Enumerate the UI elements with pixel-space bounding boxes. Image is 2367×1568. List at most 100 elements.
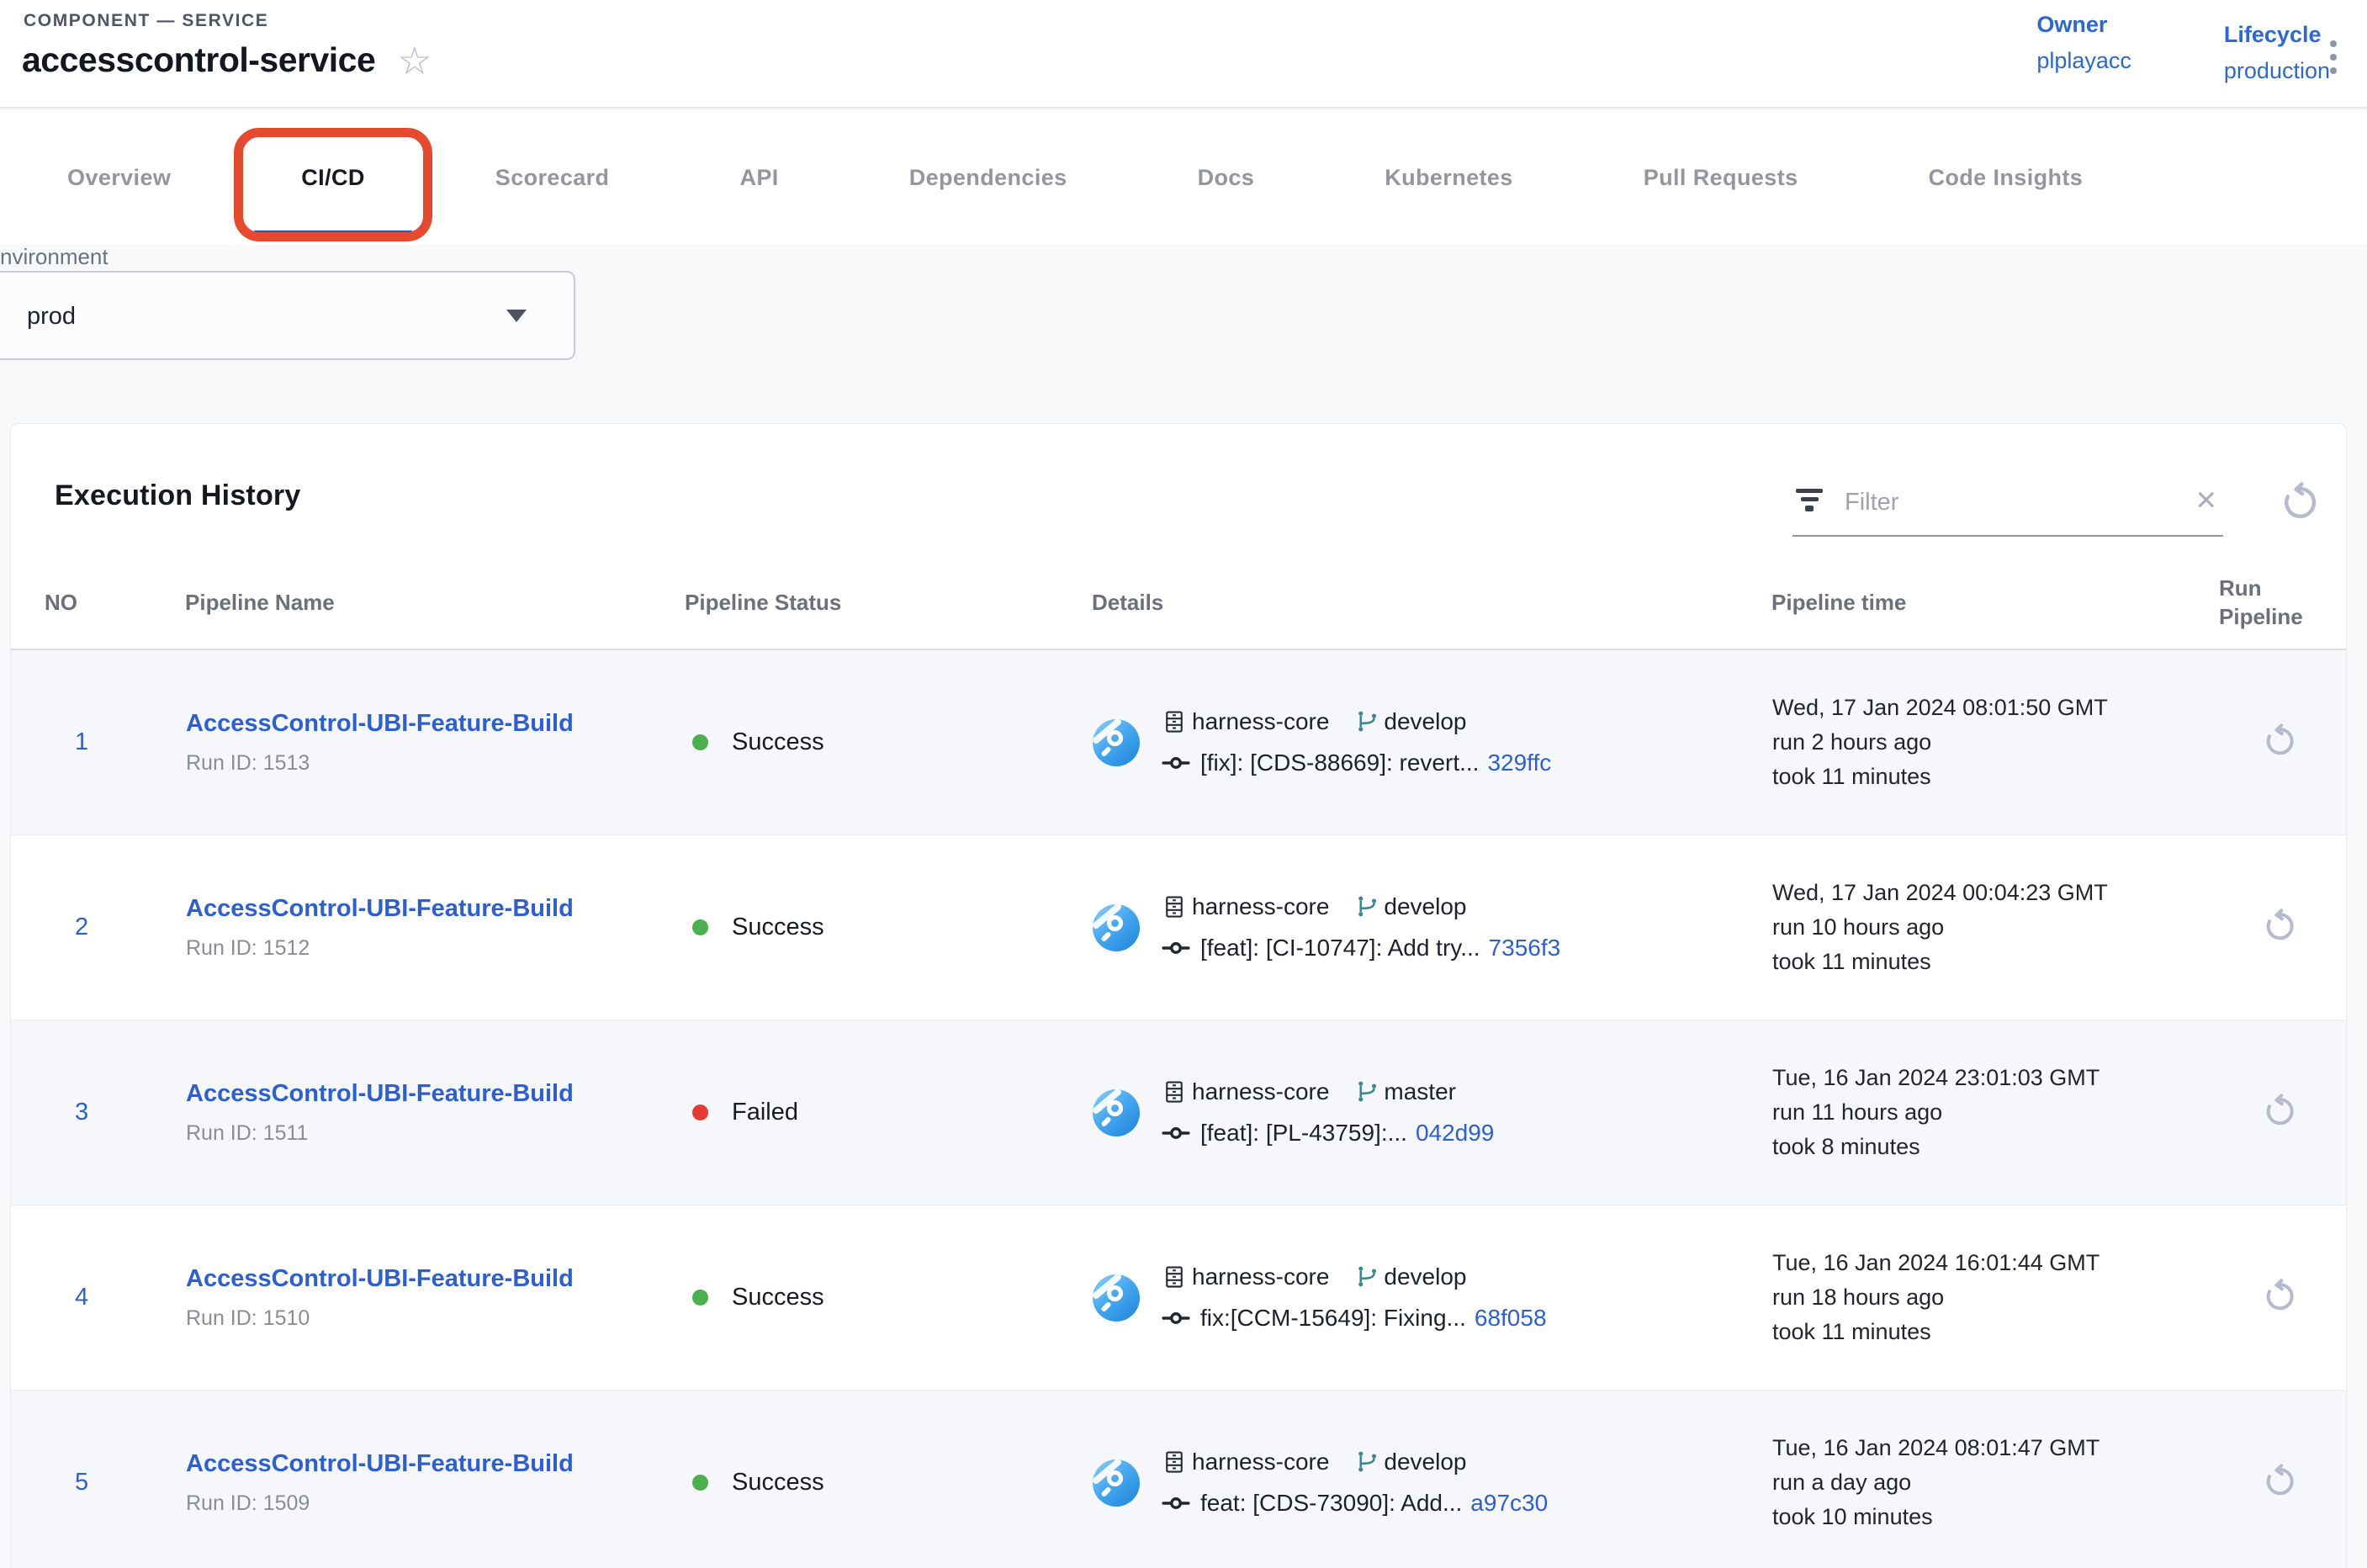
run-relative-time: run 11 hours ago xyxy=(1772,1095,2220,1130)
tab-overview[interactable]: Overview xyxy=(67,110,171,245)
pipeline-time-cell: Tue, 16 Jan 2024 16:01:44 GMT run 18 hou… xyxy=(1772,1246,2220,1349)
harness-ci-icon xyxy=(1093,1274,1140,1322)
repo-branch-line: harness-core develop xyxy=(1162,708,1551,735)
commit-line: [feat]: [CI-10747]: Add try... 7356f3 xyxy=(1162,934,1560,962)
run-pipeline-cell xyxy=(2220,720,2346,765)
tab-scorecard[interactable]: Scorecard xyxy=(495,110,610,245)
run-id: Run ID: 1510 xyxy=(186,1306,686,1331)
details-cell: harness-core develop xyxy=(1093,1449,1772,1518)
pipeline-name-link[interactable]: AccessControl-UBI-Feature-Build xyxy=(186,1450,574,1477)
commit-hash-link[interactable]: 042d99 xyxy=(1416,1120,1494,1147)
tab-code-insights[interactable]: Code Insights xyxy=(1928,110,2083,245)
favorite-star-icon[interactable]: ☆ xyxy=(397,41,432,80)
branch-name: develop xyxy=(1384,893,1466,920)
run-id: Run ID: 1513 xyxy=(186,751,686,776)
filter-input[interactable] xyxy=(1845,489,2195,516)
commit-line: [feat]: [PL-43759]:... 042d99 xyxy=(1162,1119,1494,1147)
run-duration: took 11 minutes xyxy=(1772,945,2220,979)
refresh-table-button[interactable] xyxy=(2277,478,2324,525)
details-cell: harness-core master xyxy=(1093,1078,1772,1147)
clear-filter-icon[interactable]: × xyxy=(2195,482,2216,517)
commit-hash-link[interactable]: 329ffc xyxy=(1487,750,1551,776)
run-duration: took 11 minutes xyxy=(1772,760,2220,794)
tab-pull-requests[interactable]: Pull Requests xyxy=(1644,110,1798,245)
run-relative-time: run 2 hours ago xyxy=(1772,725,2220,760)
details-cell: harness-core develop xyxy=(1093,708,1772,777)
pipeline-name-link[interactable]: AccessControl-UBI-Feature-Build xyxy=(186,1080,574,1107)
detail-lines: harness-core develop xyxy=(1162,1263,1547,1332)
commit-line: [fix]: [CDS-88669]: revert... 329ffc xyxy=(1162,749,1551,777)
tab-label: Scorecard xyxy=(495,165,610,191)
harness-ci-icon xyxy=(1093,1089,1140,1136)
run-pipeline-cell xyxy=(2220,1090,2346,1135)
more-options-kebab-icon[interactable] xyxy=(2325,35,2342,79)
detail-lines: harness-core master xyxy=(1162,1078,1494,1147)
repo-name: harness-core xyxy=(1192,1263,1329,1290)
pipeline-status-cell: Success xyxy=(686,1469,1093,1496)
dropdown-arrow-icon xyxy=(506,310,527,322)
title-row: accesscontrol-service ☆ xyxy=(22,40,432,80)
tab-api[interactable]: API xyxy=(739,110,778,245)
pipeline-name-link[interactable]: AccessControl-UBI-Feature-Build xyxy=(186,895,574,922)
repo-branch-line: harness-core master xyxy=(1162,1078,1494,1105)
tab-ci-cd[interactable]: CI/CD xyxy=(301,110,365,245)
commit-message: [feat]: [PL-43759]:... xyxy=(1200,1120,1407,1147)
repo-branch-line: harness-core develop xyxy=(1162,893,1560,920)
commit-hash-link[interactable]: a97c30 xyxy=(1470,1490,1548,1517)
run-pipeline-button[interactable] xyxy=(2260,1460,2301,1501)
run-duration: took 8 minutes xyxy=(1772,1130,2220,1164)
run-pipeline-button[interactable] xyxy=(2260,1275,2301,1316)
run-pipeline-button[interactable] xyxy=(2260,1090,2301,1131)
pipeline-time-cell: Tue, 16 Jan 2024 08:01:47 GMT run a day … xyxy=(1772,1431,2220,1534)
branch-name: develop xyxy=(1384,1263,1466,1290)
commit-line: fix:[CCM-15649]: Fixing... 68f058 xyxy=(1162,1304,1547,1332)
owner-value[interactable]: plplayacc xyxy=(2036,48,2131,74)
tab-label: Overview xyxy=(67,165,171,191)
status-label: Success xyxy=(732,1469,824,1496)
run-relative-time: run 18 hours ago xyxy=(1772,1280,2220,1315)
pipeline-name-link[interactable]: AccessControl-UBI-Feature-Build xyxy=(186,710,574,737)
pipeline-status-cell: Success xyxy=(686,914,1093,941)
run-id: Run ID: 1511 xyxy=(186,1121,686,1146)
owner-block: Owner plplayacc xyxy=(2036,12,2131,84)
commit-message: fix:[CCM-15649]: Fixing... xyxy=(1200,1305,1466,1332)
pipeline-status-cell: Failed xyxy=(686,1099,1093,1126)
commit-message: [feat]: [CI-10747]: Add try... xyxy=(1200,935,1480,961)
run-pipeline-cell xyxy=(2220,1460,2346,1505)
page-header: COMPONENT — SERVICE accesscontrol-servic… xyxy=(0,0,2367,109)
row-number: 3 xyxy=(65,1099,186,1126)
execution-history-card: Execution History × NO Pipeline Name Pip… xyxy=(10,423,2347,1568)
tab-kubernetes[interactable]: Kubernetes xyxy=(1385,110,1513,245)
tab-dependencies[interactable]: Dependencies xyxy=(909,110,1067,245)
status-dot xyxy=(692,1290,708,1306)
commit-message: [fix]: [CDS-88669]: revert... xyxy=(1200,750,1479,776)
git-branch-icon xyxy=(1354,1263,1380,1290)
commit-hash-link[interactable]: 7356f3 xyxy=(1489,935,1561,961)
tab-label: Dependencies xyxy=(909,165,1067,191)
row-number: 2 xyxy=(65,914,186,941)
environment-select[interactable]: prod xyxy=(0,271,575,360)
tab-label: CI/CD xyxy=(301,165,365,191)
table-row: 2 AccessControl-UBI-Feature-Build Run ID… xyxy=(11,835,2346,1020)
pipeline-name-link[interactable]: AccessControl-UBI-Feature-Build xyxy=(186,1265,574,1292)
pipeline-name-cell: AccessControl-UBI-Feature-Build Run ID: … xyxy=(186,1265,686,1331)
lifecycle-label: Lifecycle xyxy=(2224,22,2330,48)
git-branch-icon xyxy=(1354,893,1380,919)
branch-name: develop xyxy=(1384,1449,1466,1475)
table-body: 1 AccessControl-UBI-Feature-Build Run ID… xyxy=(11,650,2346,1568)
repo-branch-line: harness-core develop xyxy=(1162,1263,1547,1290)
detail-lines: harness-core develop xyxy=(1162,1449,1548,1518)
pipeline-status-cell: Success xyxy=(686,728,1093,756)
lifecycle-block: Lifecycle production xyxy=(2224,22,2330,84)
repo-name: harness-core xyxy=(1192,1449,1329,1475)
tab-docs[interactable]: Docs xyxy=(1198,110,1255,245)
git-commit-icon xyxy=(1162,1304,1190,1332)
table-row: 4 AccessControl-UBI-Feature-Build Run ID… xyxy=(11,1205,2346,1391)
run-pipeline-button[interactable] xyxy=(2260,720,2301,760)
commit-hash-link[interactable]: 68f058 xyxy=(1475,1305,1547,1332)
run-pipeline-button[interactable] xyxy=(2260,905,2301,946)
run-datetime: Tue, 16 Jan 2024 23:01:03 GMT xyxy=(1772,1061,2220,1095)
execution-history-heading: Execution History xyxy=(55,479,300,512)
run-id: Run ID: 1512 xyxy=(186,936,686,961)
tab-label: Docs xyxy=(1198,165,1255,191)
